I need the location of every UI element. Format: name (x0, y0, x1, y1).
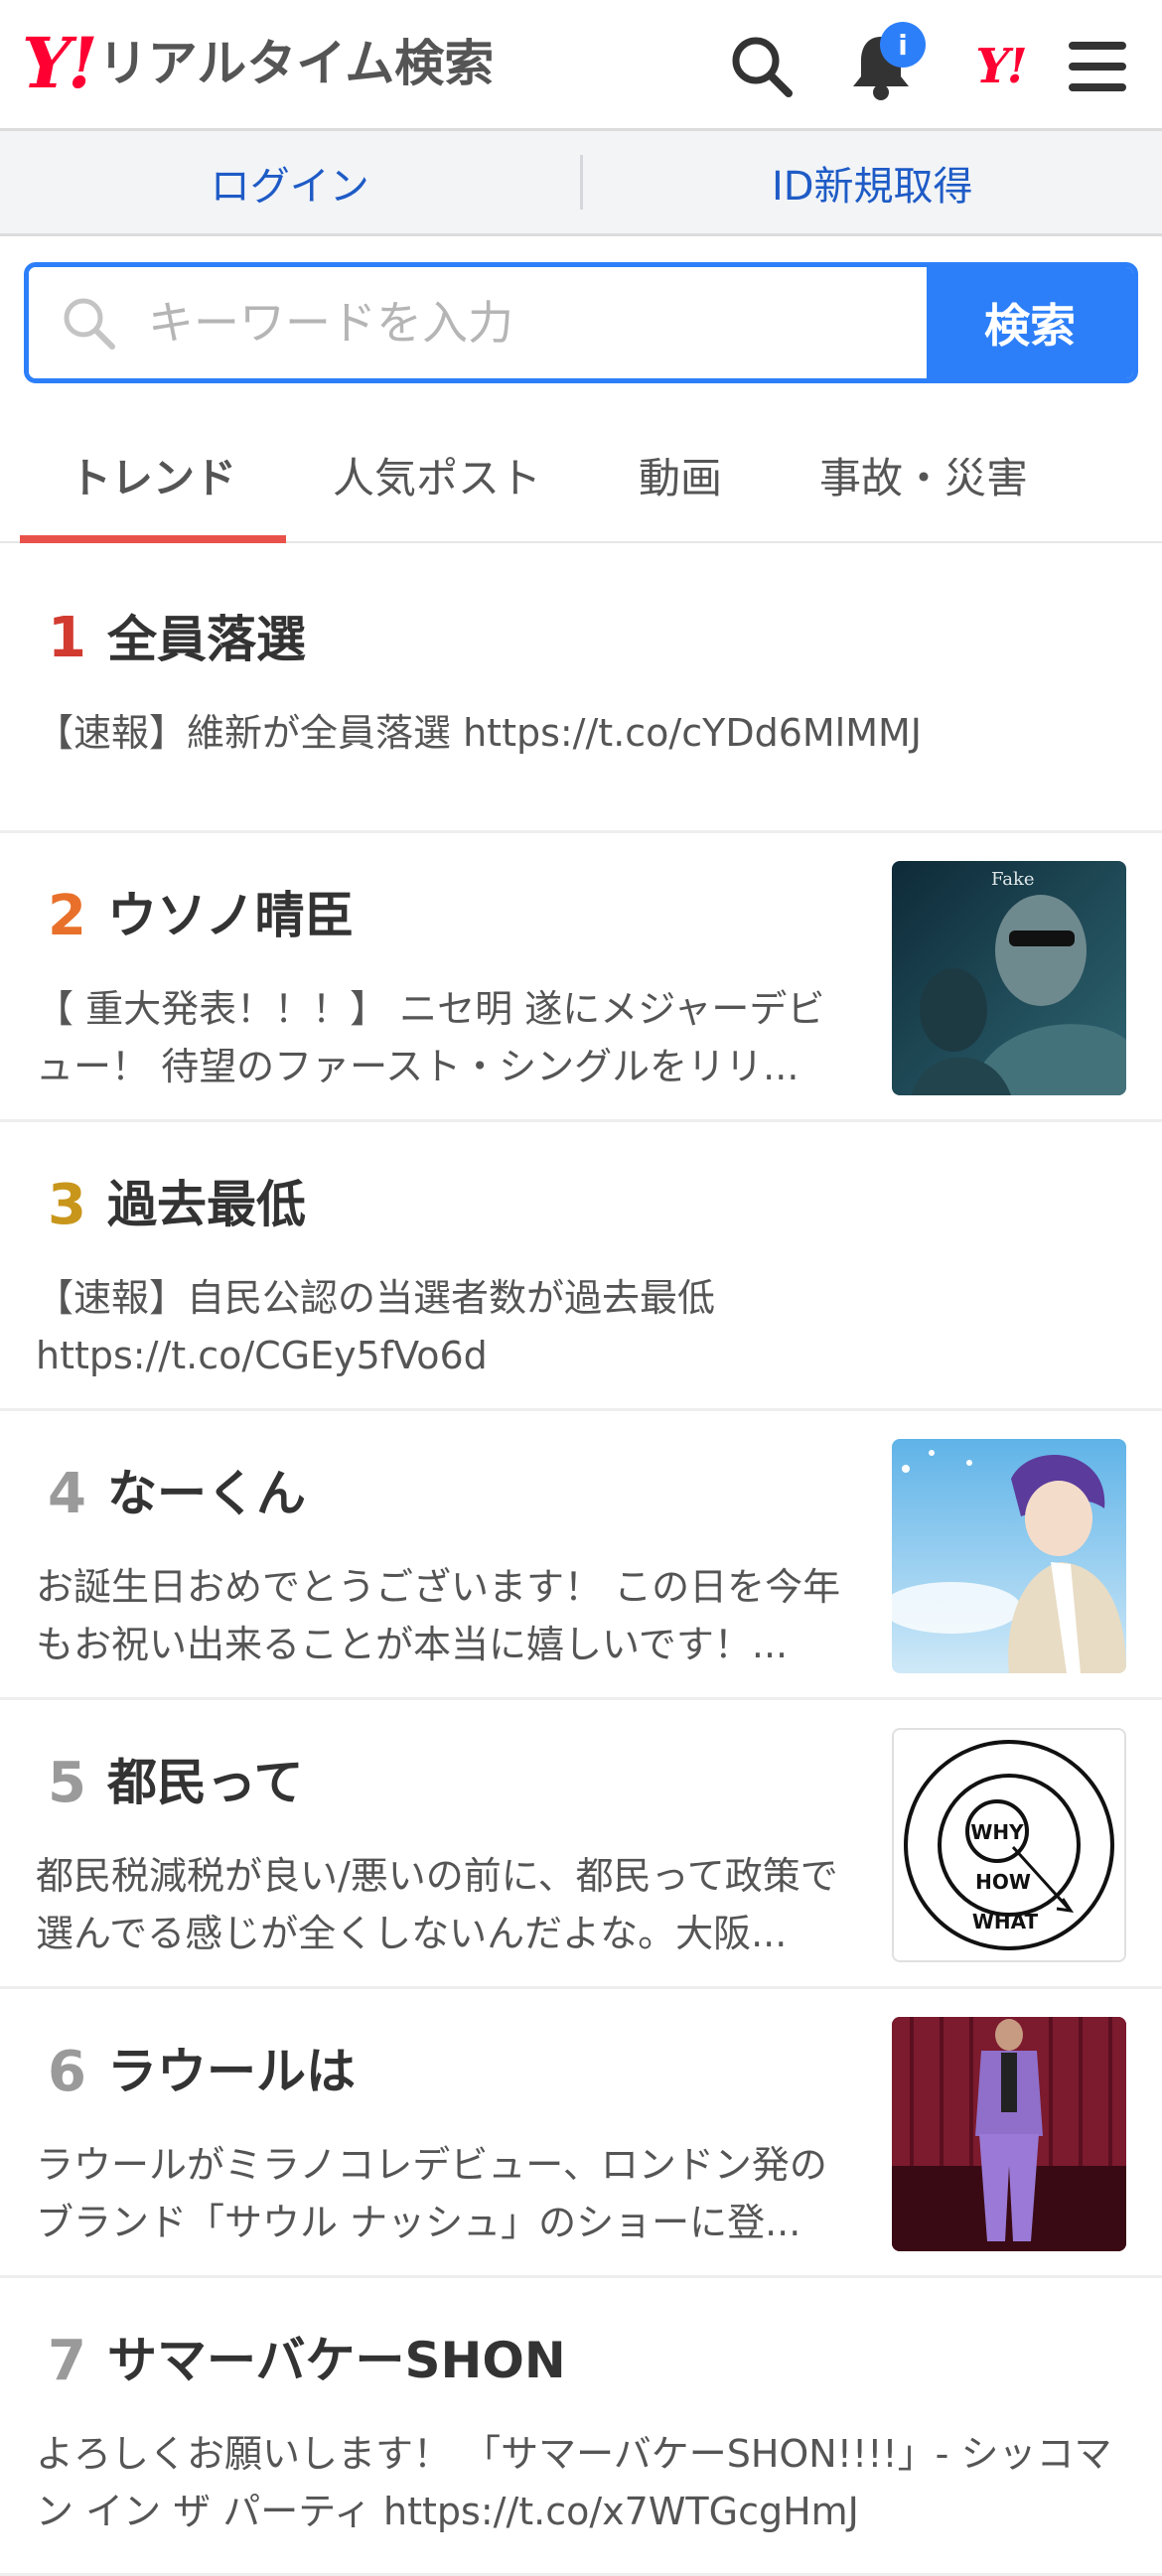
logo-text: リアルタイム検索 (98, 39, 495, 88)
tab-popular-posts[interactable]: 人気ポスト (298, 409, 576, 541)
yahoo-mark-icon: Y! (975, 39, 1024, 94)
search-field[interactable] (29, 267, 927, 378)
tab-videos[interactable]: 動画 (596, 409, 765, 541)
logo-mark: Y! (22, 29, 94, 98)
trend-rank: 5 (48, 1756, 86, 1811)
anime-character-image (892, 1439, 1126, 1673)
login-link[interactable]: ログイン (0, 131, 580, 233)
trend-rank: 7 (48, 2334, 86, 2389)
how-label: HOW (975, 1870, 1031, 1894)
trend-item[interactable]: 2 ウソノ晴臣 【 重大発表！！！】 ニセ明 遂にメジャーデビュー！ 待望のファ… (0, 833, 1162, 1122)
trend-title: ラウールは (107, 2047, 356, 2096)
signup-link[interactable]: ID新規取得 (583, 131, 1162, 233)
menu-button[interactable] (1053, 22, 1142, 111)
search-input[interactable] (146, 295, 845, 351)
trend-thumbnail[interactable] (892, 1439, 1126, 1673)
golden-circle-diagram-image: WHY HOW WHAT (894, 1730, 1124, 1960)
trend-title: 全員落選 (107, 615, 306, 664)
trend-item[interactable]: 3 過去最低 【速報】自民公認の当選者数が過去最低 https://t.co/C… (0, 1122, 1162, 1411)
trend-rank: 3 (48, 1178, 86, 1233)
trend-description: よろしくお願いします！ 「サマーバケーSHON!!!!」- シッコマン イン ザ… (36, 2425, 1128, 2540)
trend-title: 都民って (107, 1758, 304, 1807)
trend-description: お誕生日おめでとうございます！ この日を今年もお祝い出来ることが本当に嬉しいです… (36, 1558, 850, 1673)
runway-model-image (892, 2017, 1126, 2251)
account-bar: ログイン ID新規取得 (0, 131, 1162, 236)
search-icon (729, 34, 795, 99)
trend-title: 過去最低 (107, 1180, 306, 1229)
search-bar: 検索 (24, 262, 1138, 383)
category-tabs: トレンド 人気ポスト 動画 事故・災害 (0, 409, 1162, 543)
trend-rank: 1 (48, 611, 86, 666)
trend-thumbnail[interactable] (892, 2017, 1126, 2251)
trend-description: ラウールがミラノコレデビュー、ロンドン発のブランド「サウル ナッシュ」のショーに… (36, 2136, 850, 2251)
yahoo-top-link[interactable]: Y! (955, 22, 1045, 111)
trend-item[interactable]: 1 全員落選 【速報】維新が全員落選 https://t.co/cYDd6MlM… (0, 543, 1162, 833)
trend-rank: 2 (48, 889, 86, 944)
album-cover-image: Fake (892, 861, 1126, 1095)
trend-title: ウソノ晴臣 (107, 891, 355, 940)
trend-item[interactable]: 6 ラウールは ラウールがミラノコレデビュー、ロンドン発のブランド「サウル ナッ… (0, 1989, 1162, 2278)
trend-item[interactable]: 7 サマーバケーSHON よろしくお願いします！ 「サマーバケーSHON!!!!… (0, 2278, 1162, 2576)
why-label: WHY (970, 1820, 1024, 1844)
yahoo-realtime-logo[interactable]: Y! リアルタイム検索 (22, 24, 494, 103)
trend-description: 【速報】維新が全員落選 https://t.co/cYDd6MlMMJ (36, 704, 1128, 762)
search-field-icon (61, 295, 116, 351)
trend-rank: 4 (48, 1467, 86, 1522)
notification-button[interactable]: i (836, 22, 926, 111)
trend-description: 都民税減税が良い/悪いの前に、都民って政策で選んでる感じが全くしないんだよな。大… (36, 1847, 850, 1962)
hamburger-menu-icon (1067, 39, 1128, 94)
trend-description: 【 重大発表！！！】 ニセ明 遂にメジャーデビュー！ 待望のファースト・シングル… (36, 980, 850, 1095)
tab-trend[interactable]: トレンド (20, 409, 286, 541)
thumbnail-caption: Fake (991, 869, 1035, 890)
search-icon-button[interactable] (717, 22, 806, 111)
trend-thumbnail[interactable]: Fake (892, 861, 1126, 1095)
trend-item[interactable]: 4 なーくん お誕生日おめでとうございます！ この日を今年もお祝い出来ることが本… (0, 1411, 1162, 1700)
app-header: Y! リアルタイム検索 i Y! (0, 0, 1162, 131)
what-label: WHAT (972, 1910, 1039, 1933)
trend-title: サマーバケーSHON (107, 2336, 566, 2385)
trend-item[interactable]: 5 都民って 都民税減税が良い/悪いの前に、都民って政策で選んでる感じが全くしな… (0, 1700, 1162, 1989)
trend-description: 【速報】自民公認の当選者数が過去最低 https://t.co/CGEy5fVo… (36, 1269, 890, 1384)
trend-thumbnail[interactable]: WHY HOW WHAT (892, 1728, 1126, 1962)
trend-rank: 6 (48, 2045, 86, 2100)
notification-badge: i (880, 22, 926, 68)
search-submit-button[interactable]: 検索 (927, 267, 1133, 378)
tab-accidents-disasters[interactable]: 事故・災害 (785, 409, 1063, 541)
trend-title: なーくん (107, 1469, 306, 1518)
